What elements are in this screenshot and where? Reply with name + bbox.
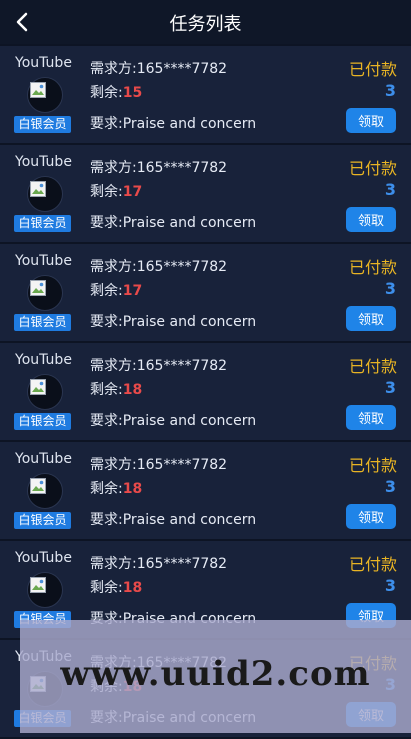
claim-button[interactable]: 领取 — [346, 108, 396, 133]
remaining-text: 剩余:18 — [90, 580, 143, 596]
avatar — [27, 572, 63, 608]
broken-image-icon — [30, 478, 46, 494]
avatar — [27, 275, 63, 311]
task-card: YouTube 白银会员 需求方:165****7782 剩余:17 要求:Pr… — [0, 244, 411, 343]
platform-label: YouTube — [15, 253, 72, 269]
member-badge: 白银会员 — [14, 314, 71, 331]
task-count: 3 — [384, 477, 396, 496]
remaining-text: 剩余:15 — [90, 85, 143, 101]
remaining-count: 17 — [122, 283, 143, 299]
member-badge: 白银会员 — [14, 215, 71, 232]
remaining-count: 18 — [122, 481, 143, 497]
remaining-text: 剩余:17 — [90, 283, 143, 299]
requester-text: 需求方:165****7782 — [90, 457, 228, 473]
requirement-text: 要求:Praise and concern — [90, 512, 257, 528]
header-bar: 任务列表 — [0, 0, 411, 44]
task-count: 3 — [384, 378, 396, 397]
task-card: YouTube 白银会员 需求方:165****7782 剩余:18 要求:Pr… — [0, 442, 411, 541]
claim-button[interactable]: 领取 — [346, 306, 396, 331]
broken-image-icon — [30, 577, 46, 593]
broken-image-icon — [30, 379, 46, 395]
broken-image-icon — [30, 82, 46, 98]
avatar — [27, 374, 63, 410]
broken-image-icon — [30, 181, 46, 197]
payment-status: 已付款 — [348, 258, 397, 277]
payment-status: 已付款 — [348, 357, 397, 376]
avatar — [27, 77, 63, 113]
requirement-text: 要求:Praise and concern — [90, 116, 257, 132]
task-count: 3 — [384, 279, 396, 298]
member-badge: 白银会员 — [14, 116, 71, 133]
avatar — [27, 176, 63, 212]
claim-button[interactable]: 领取 — [346, 504, 396, 529]
requester-text: 需求方:165****7782 — [90, 160, 228, 176]
remaining-text: 剩余:18 — [90, 382, 143, 398]
payment-status: 已付款 — [348, 555, 397, 574]
member-badge: 白银会员 — [14, 413, 71, 430]
platform-label: YouTube — [15, 451, 72, 467]
page-title: 任务列表 — [169, 14, 242, 35]
avatar — [27, 473, 63, 509]
platform-label: YouTube — [15, 352, 72, 368]
claim-button[interactable]: 领取 — [346, 405, 396, 430]
task-card: YouTube 白银会员 需求方:165****7782 剩余:15 要求:Pr… — [0, 46, 411, 145]
payment-status: 已付款 — [348, 159, 397, 178]
remaining-count: 17 — [122, 184, 143, 200]
task-count: 3 — [384, 81, 396, 100]
remaining-count: 18 — [122, 580, 143, 596]
requester-text: 需求方:165****7782 — [90, 358, 228, 374]
watermark-text: www.uuid2.com — [60, 654, 371, 694]
remaining-text: 剩余:18 — [90, 481, 143, 497]
platform-label: YouTube — [15, 55, 72, 71]
task-card: YouTube 白银会员 需求方:165****7782 剩余:17 要求:Pr… — [0, 145, 411, 244]
remaining-text: 剩余:17 — [90, 184, 143, 200]
task-count: 3 — [384, 576, 396, 595]
requirement-text: 要求:Praise and concern — [90, 314, 257, 330]
remaining-count: 15 — [122, 85, 143, 101]
platform-label: YouTube — [15, 154, 72, 170]
member-badge: 白银会员 — [14, 512, 71, 529]
requester-text: 需求方:165****7782 — [90, 61, 228, 77]
watermark-overlay: www.uuid2.com — [20, 620, 411, 733]
task-count: 3 — [384, 180, 396, 199]
payment-status: 已付款 — [348, 456, 397, 475]
task-card: YouTube 白银会员 需求方:165****7782 剩余:18 要求:Pr… — [0, 343, 411, 442]
requester-text: 需求方:165****7782 — [90, 556, 228, 572]
payment-status: 已付款 — [348, 60, 397, 79]
requirement-text: 要求:Praise and concern — [90, 215, 257, 231]
platform-label: YouTube — [15, 550, 72, 566]
requester-text: 需求方:165****7782 — [90, 259, 228, 275]
requirement-text: 要求:Praise and concern — [90, 413, 257, 429]
claim-button[interactable]: 领取 — [346, 207, 396, 232]
broken-image-icon — [30, 280, 46, 296]
remaining-count: 18 — [122, 382, 143, 398]
